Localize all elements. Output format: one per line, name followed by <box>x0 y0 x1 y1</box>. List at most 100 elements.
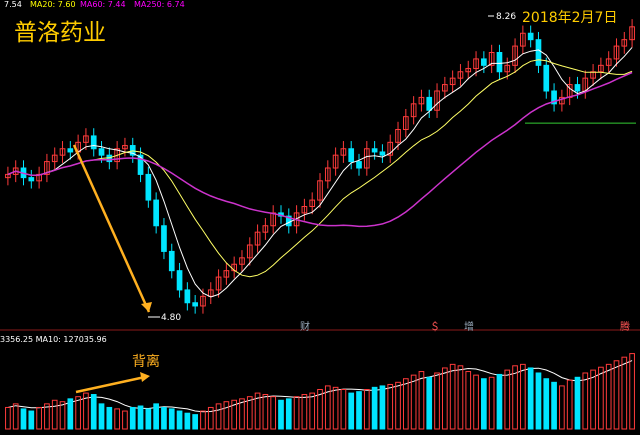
candle-body <box>496 52 503 73</box>
candle-body <box>67 148 74 153</box>
volume-layer <box>5 353 635 430</box>
volume-bar <box>59 401 66 430</box>
volume-bar <box>67 398 74 430</box>
volume-bar <box>590 369 596 430</box>
candle-body <box>176 270 183 291</box>
volume-bar <box>5 406 11 430</box>
candle-body <box>527 32 534 41</box>
candle-body <box>98 148 105 156</box>
volume-bar <box>145 408 152 430</box>
ma60-value: MA60: 7.44 <box>80 0 126 9</box>
volume-bar <box>559 385 565 430</box>
volume-bar <box>200 410 206 430</box>
event-marker-dividend[interactable]: ＄ <box>430 321 440 333</box>
divergence-volume-arrowhead <box>140 372 150 382</box>
volume-bar <box>129 406 136 430</box>
candle-body <box>161 225 167 252</box>
volume-bar <box>285 398 292 430</box>
volume-bar <box>535 372 542 430</box>
volume-bar <box>106 406 113 430</box>
volume-bar <box>449 363 456 430</box>
volume-bar <box>465 371 472 430</box>
volume-bar <box>488 376 495 430</box>
candle-body <box>184 289 191 304</box>
volume-bar <box>293 396 300 430</box>
candle-body <box>379 151 386 156</box>
volume-bar <box>395 381 401 430</box>
candle-body <box>145 173 152 201</box>
candle-body <box>426 96 433 111</box>
candle-body <box>168 250 175 272</box>
volume-bar <box>301 394 308 430</box>
volume-bar <box>270 396 277 430</box>
volume-bar <box>356 391 362 430</box>
volume-bar <box>434 372 440 430</box>
volume-bar <box>504 369 511 430</box>
volume-bar <box>402 378 409 430</box>
volume-bar <box>51 399 58 430</box>
volume-bar <box>161 406 167 430</box>
volume-bar <box>527 367 534 430</box>
volume-bar <box>621 356 628 430</box>
candle-body <box>543 64 550 92</box>
volume-bar <box>457 365 464 430</box>
volume-bar <box>278 399 284 430</box>
candle-body <box>348 148 355 163</box>
volume-bar <box>36 406 42 430</box>
volume-bar <box>379 385 386 430</box>
volume-bar <box>371 386 378 430</box>
volume-bar <box>582 372 589 430</box>
event-marker-increase[interactable]: 增 <box>464 320 474 333</box>
volume-bar <box>184 412 191 430</box>
volume-bar <box>176 410 183 430</box>
event-marker-tencent[interactable]: 腾 <box>620 320 630 333</box>
volume-bar <box>137 405 144 430</box>
volume-bar <box>605 363 612 430</box>
volume-bar <box>75 396 81 430</box>
volume-bar <box>20 408 27 430</box>
candle-body <box>90 135 97 150</box>
volume-bar <box>512 365 518 430</box>
volume-bar <box>496 373 503 430</box>
candle-body <box>574 84 581 92</box>
high-price-label: 8.26 <box>496 12 516 22</box>
volume-bar <box>215 403 222 430</box>
volume-bar <box>168 408 175 430</box>
divergence-label: 背离 <box>132 353 160 370</box>
candle-body <box>535 39 542 66</box>
candles-layer <box>5 19 635 314</box>
ma20-line <box>7 59 633 278</box>
candle-body <box>481 58 487 66</box>
divergence-price-arrowhead <box>141 302 152 312</box>
volume-bar <box>543 378 550 430</box>
volume-bar <box>481 378 487 430</box>
ma250-value: MA250: 6.74 <box>134 0 185 9</box>
volume-bar <box>418 371 425 430</box>
low-price-label: 4.80 <box>161 313 181 323</box>
volume-bar <box>262 394 269 430</box>
ma-value-price: 7.54 <box>4 0 22 9</box>
volume-bar <box>246 396 253 430</box>
divergence-volume-arrow <box>75 375 146 394</box>
volume-bar <box>98 403 105 430</box>
volume-bar <box>629 353 635 430</box>
volume-bar <box>122 410 128 430</box>
candle-body <box>28 177 35 182</box>
volume-bar <box>566 379 573 430</box>
volume-bar <box>426 376 433 430</box>
volume-bar <box>348 392 355 430</box>
volume-bar <box>551 381 557 430</box>
volume-bar <box>574 376 581 430</box>
event-marker-finance[interactable]: 财 <box>300 320 310 333</box>
ma-lines-layer <box>7 47 636 413</box>
volume-bar <box>332 386 339 430</box>
volume-header: 3356.25 MA10: 127035.96 <box>0 335 107 344</box>
volume-bar <box>473 374 479 430</box>
volume-bar <box>90 394 97 430</box>
candle-body <box>153 199 159 227</box>
ma5-line <box>7 47 633 298</box>
volume-bar <box>114 408 120 430</box>
volume-bar <box>410 374 417 430</box>
stock-chart: 7.54 MA20: 7.60 MA60: 7.44 MA250: 6.74 普… <box>0 0 640 430</box>
chart-stage: 7.54 MA20: 7.60 MA60: 7.44 MA250: 6.74 普… <box>0 0 640 431</box>
